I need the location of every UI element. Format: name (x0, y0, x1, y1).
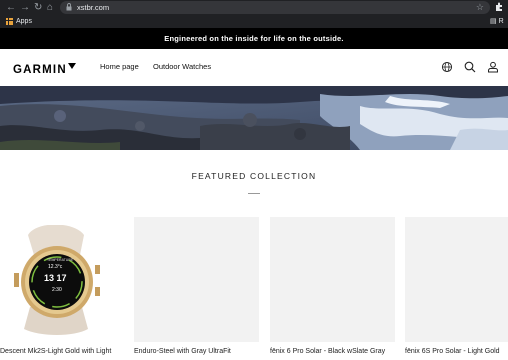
reload-icon[interactable]: ↻ (34, 2, 42, 14)
product-title[interactable]: Enduro-Steel with Gray UltraFit (134, 347, 264, 356)
watch-screen-temp: 12.3°c (48, 264, 63, 270)
back-icon[interactable]: ← (6, 2, 16, 14)
nav-outdoor-watches[interactable]: Outdoor Watches (153, 62, 211, 72)
announcement-bar: Engineered on the inside for life on the… (0, 28, 508, 49)
address-bar[interactable]: xstbr.com ☆ (60, 1, 490, 14)
bookmark-star-icon[interactable]: ☆ (476, 1, 484, 14)
browser-chrome: ← → ↻ ⌂ xstbr.com ☆ Apps ▤ R (0, 0, 508, 28)
globe-icon[interactable] (441, 61, 453, 73)
lock-icon (66, 3, 72, 11)
search-icon[interactable] (464, 61, 476, 73)
reading-list-label: R (498, 18, 504, 25)
bookmarks-bar (0, 15, 508, 28)
product-image-placeholder (270, 217, 395, 342)
watch-screen-bottom: 2:30 (52, 287, 62, 293)
url-text: xstbr.com (77, 3, 110, 12)
watch-screen-time: 13 17 (44, 273, 67, 283)
garmin-logo[interactable]: GARMIN (13, 63, 76, 76)
product-title[interactable]: fēnix 6S Pro Solar - Light Gold (405, 347, 508, 356)
logo-text: GARMIN (13, 64, 67, 76)
nav-home[interactable]: Home page (100, 62, 139, 72)
product-title[interactable]: fēnix 6 Pro Solar - Black wSlate Gray (270, 347, 398, 356)
apps-bookmark[interactable]: Apps (16, 16, 32, 27)
home-icon[interactable]: ⌂ (47, 2, 53, 14)
apps-grid-icon[interactable] (6, 18, 13, 25)
watch-screen-label: TEMPERATURE (47, 258, 74, 262)
hero-image (0, 86, 508, 150)
heading-divider (248, 193, 260, 194)
extensions-icon[interactable] (494, 2, 504, 12)
site-header: GARMIN Home page Outdoor Watches (0, 49, 508, 86)
account-icon[interactable] (487, 61, 499, 73)
product-image-placeholder (134, 217, 259, 342)
logo-triangle-icon (67, 63, 76, 69)
featured-collection-heading: FEATURED COLLECTION (191, 171, 317, 181)
product-image-placeholder (405, 217, 508, 342)
reading-list[interactable]: ▤ R (490, 16, 504, 27)
forward-icon[interactable]: → (20, 2, 30, 14)
product-title[interactable]: Descent Mk2S-Light Gold with Light (0, 347, 128, 356)
